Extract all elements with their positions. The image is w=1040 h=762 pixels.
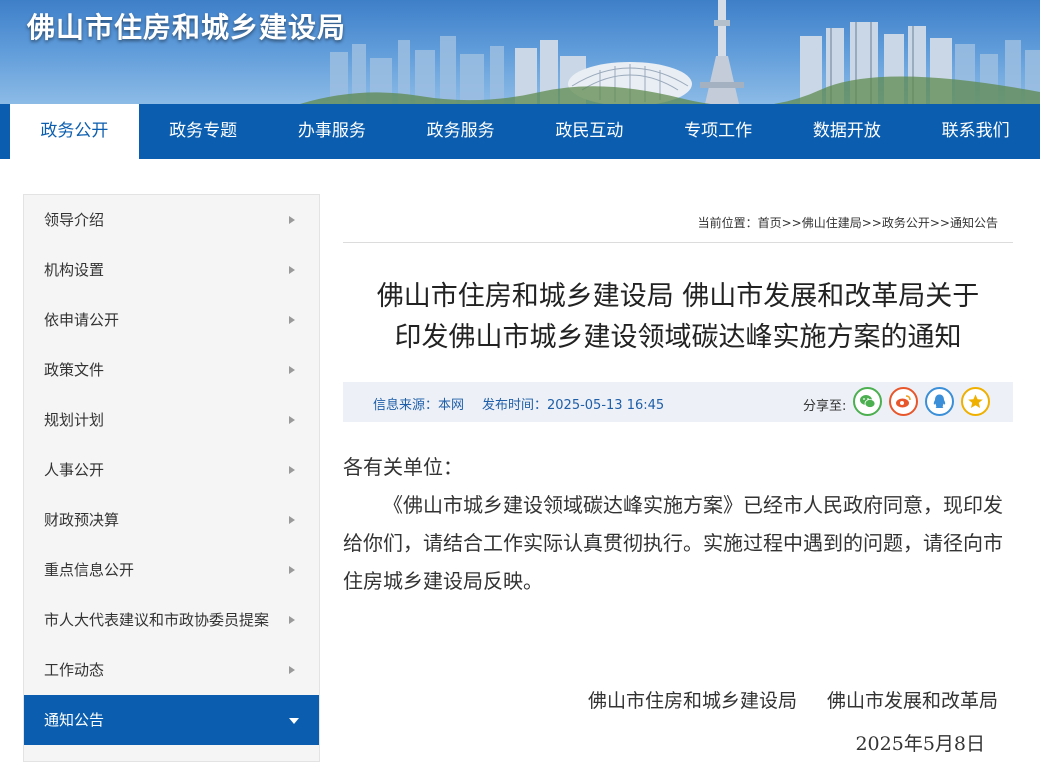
nav-item-zhengwugongkai[interactable]: 政务公开 (10, 104, 139, 159)
header-banner: 佛山市住房和城乡建设局 (0, 0, 1040, 104)
sidebar-item-work-news[interactable]: 工作动态 (24, 645, 319, 695)
chevron-right-icon (289, 516, 295, 524)
nav-item-zhuanxianggongzuo[interactable]: 专项工作 (654, 104, 783, 159)
article-date: 2025年5月8日 (855, 733, 985, 755)
chevron-right-icon (289, 316, 295, 324)
sidebar-item-notices[interactable]: 通知公告 (24, 695, 319, 745)
breadcrumb-separator: >> (781, 216, 802, 230)
qq-icon[interactable] (925, 387, 954, 416)
nav-item-zhengwuzhuanti[interactable]: 政务专题 (139, 104, 268, 159)
nav-item-banshifuwu[interactable]: 办事服务 (268, 104, 397, 159)
article-body: 各有关单位： 《佛山市城乡建设领域碳达峰实施方案》已经市人民政府同意，现印发给你… (343, 448, 1013, 600)
signer-development-bureau: 佛山市发展和改革局 (826, 690, 998, 712)
sidebar-item-label: 规划计划 (44, 411, 105, 429)
publish-time: 发布时间：2025-05-13 16:45 (482, 398, 665, 413)
sidebar-item-proposals[interactable]: 市人大代表建议和市政协委员提案 (24, 595, 319, 645)
sidebar-item-label: 人事公开 (44, 461, 105, 479)
sidebar-item-leaders[interactable]: 领导介绍 (24, 195, 319, 245)
chevron-right-icon (289, 566, 295, 574)
chevron-right-icon (289, 416, 295, 424)
chevron-right-icon (289, 266, 295, 274)
info-source: 信息来源：本网 (373, 398, 465, 413)
chevron-right-icon (289, 616, 295, 624)
share-label: 分享至: (803, 399, 847, 414)
nav-item-shujukaifang[interactable]: 数据开放 (783, 104, 912, 159)
sidebar-item-policy-documents[interactable]: 政策文件 (24, 345, 319, 395)
site-title: 佛山市住房和城乡建设局 (27, 11, 347, 44)
sidebar-item-label: 机构设置 (44, 261, 105, 279)
chevron-right-icon (289, 366, 295, 374)
article-salutation: 各有关单位： (343, 455, 463, 479)
chevron-right-icon (289, 466, 295, 474)
sidebar-item-key-info[interactable]: 重点信息公开 (24, 545, 319, 595)
sidebar-item-plans[interactable]: 规划计划 (24, 395, 319, 445)
nav-item-zhengwufuwu[interactable]: 政务服务 (396, 104, 525, 159)
main-nav: 政务公开 政务专题 办事服务 政务服务 政民互动 专项工作 数据开放 联系我们 (0, 104, 1040, 159)
sidebar-item-budget[interactable]: 财政预决算 (24, 495, 319, 545)
breadcrumb-separator: >> (929, 216, 950, 230)
sidebar-item-label: 工作动态 (44, 661, 105, 679)
sidebar-item-organization[interactable]: 机构设置 (24, 245, 319, 295)
breadcrumb-notices[interactable]: 通知公告 (950, 216, 998, 230)
article-title: 佛山市住房和城乡建设局 佛山市发展和改革局关于 印发佛山市城乡建设领域碳达峰实施… (343, 276, 1013, 358)
nav-item-zhengminhudong[interactable]: 政民互动 (525, 104, 654, 159)
sidebar-item-personnel[interactable]: 人事公开 (24, 445, 319, 495)
sidebar: 领导介绍 机构设置 依申请公开 政策文件 规划计划 人事公开 财政预决算 重点信… (23, 194, 320, 762)
sidebar-item-label: 领导介绍 (44, 211, 105, 229)
chevron-down-icon (289, 718, 299, 724)
breadcrumb-home[interactable]: 首页 (758, 216, 782, 230)
chevron-right-icon (289, 216, 295, 224)
article-paragraph: 《佛山市城乡建设领域碳达峰实施方案》已经市人民政府同意，现印发给你们，请结合工作… (343, 493, 1003, 593)
sidebar-item-label: 财政预决算 (44, 511, 120, 529)
breadcrumb-bureau[interactable]: 佛山住建局 (802, 216, 862, 230)
breadcrumb-divider (343, 242, 1013, 243)
sidebar-item-label: 依申请公开 (44, 311, 120, 329)
weibo-icon[interactable] (889, 387, 918, 416)
sidebar-item-label: 政策文件 (44, 361, 105, 379)
breadcrumb: 当前位置：首页>>佛山住建局>>政务公开>>通知公告 (698, 214, 998, 231)
sidebar-item-label: 市人大代表建议和市政协委员提案 (44, 611, 270, 629)
sidebar-item-application-disclosure[interactable]: 依申请公开 (24, 295, 319, 345)
sidebar-item-label: 重点信息公开 (44, 561, 135, 579)
article-meta-bar: 信息来源：本网 发布时间：2025-05-13 16:45 分享至: (343, 382, 1013, 422)
article-signature: 佛山市住房和城乡建设局 佛山市发展和改革局 (588, 686, 998, 713)
wechat-icon[interactable] (853, 387, 882, 416)
chevron-right-icon (289, 666, 295, 674)
breadcrumb-disclosure[interactable]: 政务公开 (882, 216, 930, 230)
breadcrumb-prefix: 当前位置： (697, 216, 758, 230)
breadcrumb-separator: >> (861, 216, 882, 230)
article-title-line2: 印发佛山市城乡建设领域碳达峰实施方案的通知 (394, 322, 962, 353)
article-meta: 信息来源：本网 发布时间：2025-05-13 16:45 (373, 394, 664, 413)
sidebar-item-label: 通知公告 (44, 711, 105, 729)
article-title-line1: 佛山市住房和城乡建设局 佛山市发展和改革局关于 (376, 281, 980, 312)
nav-item-lianxiwomen[interactable]: 联系我们 (911, 104, 1040, 159)
signer-housing-bureau: 佛山市住房和城乡建设局 (587, 690, 797, 712)
qzone-icon[interactable] (961, 387, 990, 416)
